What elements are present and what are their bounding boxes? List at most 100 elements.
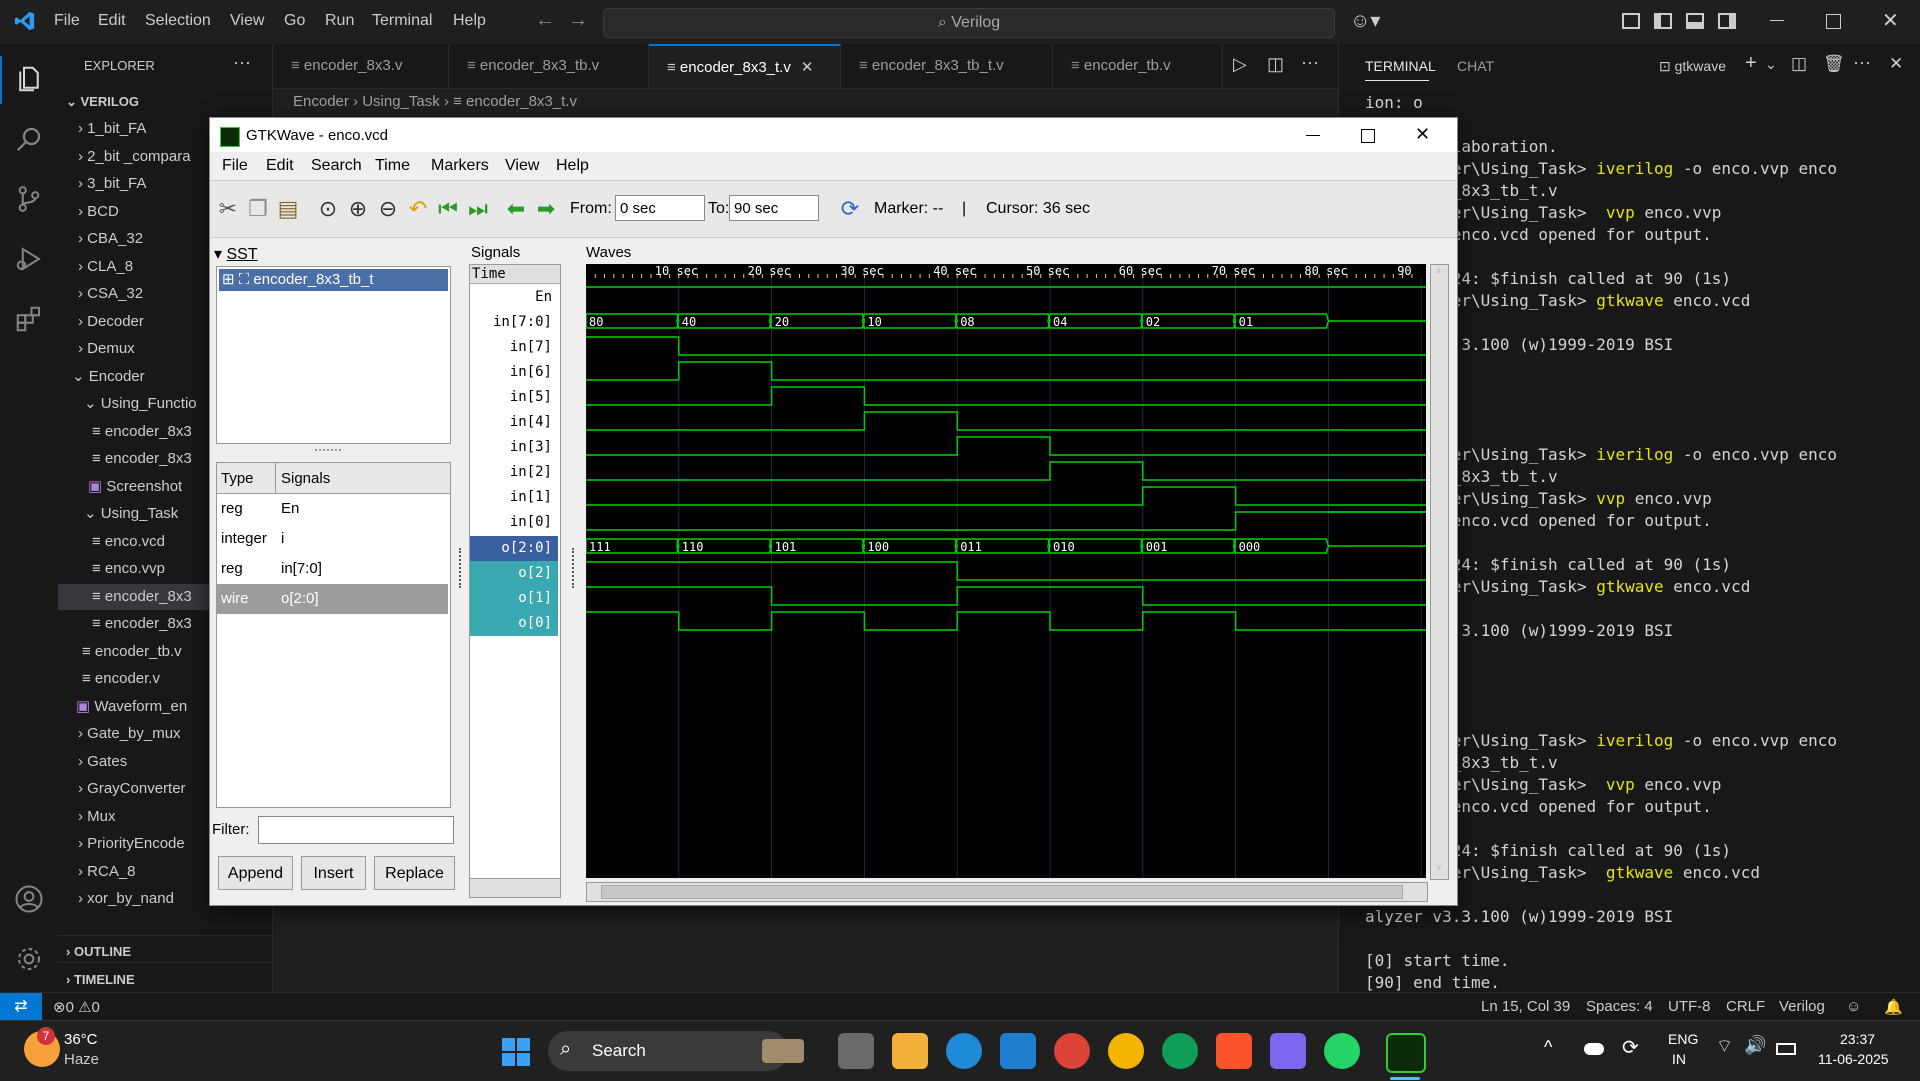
tab-encoder-8x3-tb-v[interactable]: ≡ encoder_8x3_tb.v <box>449 44 649 88</box>
folder-item[interactable]: › Demux <box>78 336 135 362</box>
waves-hscrollbar[interactable] <box>586 882 1428 902</box>
minimize-icon[interactable] <box>1770 20 1784 21</box>
file-item[interactable]: ≡ encoder.v <box>82 666 160 692</box>
signals-hscrollbar[interactable] <box>469 878 561 898</box>
chrome-profile-2-icon[interactable] <box>1162 1033 1198 1069</box>
menu-help[interactable]: Help <box>453 12 486 30</box>
close-icon[interactable]: ✕ <box>1882 8 1899 33</box>
insert-button[interactable]: Insert <box>301 856 366 890</box>
remote-icon[interactable]: ⇄ <box>0 993 42 1021</box>
sst-tree-root[interactable]: ⊞ ⛶ encoder_8x3_tb_t <box>219 269 448 291</box>
vpn-icon[interactable] <box>1270 1033 1306 1069</box>
command-center[interactable]: ⌕ Verilog <box>603 8 1335 38</box>
sync-icon[interactable]: ⟳ <box>1622 1035 1639 1060</box>
gtk-menu-markers[interactable]: Markers <box>431 157 489 175</box>
run-debug-icon[interactable] <box>13 244 45 276</box>
signal-row[interactable]: in[1] <box>470 485 558 510</box>
toggle-panel-icon[interactable] <box>1686 13 1704 29</box>
type-header[interactable]: Type <box>221 470 254 487</box>
paste-icon[interactable]: ▤ <box>274 195 302 223</box>
weather-temp[interactable]: 36°C <box>64 1031 98 1048</box>
wifi-icon[interactable]: ⌔ <box>1716 1035 1733 1058</box>
var-row[interactable]: reg En <box>217 494 448 524</box>
forward-arrow-icon[interactable]: → <box>568 9 588 32</box>
previous-edge-icon[interactable]: ⬅ <box>502 195 530 223</box>
split-terminal-icon[interactable]: ◫ <box>1791 54 1807 74</box>
battery-icon[interactable] <box>1776 1043 1796 1055</box>
var-row[interactable]: reg in[7:0] <box>217 554 448 584</box>
sst-tree[interactable]: ⊞ ⛶ encoder_8x3_tb_t <box>216 266 451 444</box>
brave-icon[interactable] <box>1216 1033 1252 1069</box>
zoom-out-icon[interactable]: ⊖ <box>374 195 402 223</box>
problems-indicator[interactable]: ⊗0 ⚠0 <box>53 998 100 1016</box>
breadcrumb-item[interactable]: Encoder <box>293 93 349 110</box>
file-item[interactable]: ≡ encoder_8x3 <box>92 446 192 472</box>
close-panel-icon[interactable]: ✕ <box>1889 54 1903 74</box>
gtk-close-icon[interactable]: ✕ <box>1415 124 1430 145</box>
var-row[interactable]: integer i <box>217 524 448 554</box>
folder-item[interactable]: › Gate_by_mux <box>78 721 181 747</box>
zoom-to-start-icon[interactable]: ⏮ <box>434 195 462 223</box>
indentation[interactable]: Spaces: 4 <box>1586 998 1653 1015</box>
folder-item[interactable]: › CBA_32 <box>78 226 143 252</box>
task-view-icon[interactable] <box>838 1033 874 1069</box>
more-actions-icon[interactable]: ··· <box>1301 52 1319 73</box>
onedrive-cloud-icon[interactable] <box>1584 1043 1604 1055</box>
pane-splitter-handle[interactable] <box>459 548 465 588</box>
clock-time[interactable]: 23:37 <box>1840 1031 1875 1047</box>
tab-encoder-8x3-t-v[interactable]: ≡ encoder_8x3_t.v ✕ <box>649 44 841 88</box>
folder-item[interactable]: › Gates <box>78 749 127 775</box>
edge-icon[interactable] <box>946 1033 982 1069</box>
file-item[interactable]: ≡ enco.vcd <box>92 529 165 555</box>
signal-row[interactable]: in[7:0] <box>470 310 558 335</box>
signal-row[interactable]: in[7] <box>470 335 558 360</box>
input-language[interactable]: ENG <box>1668 1031 1698 1047</box>
signal-row[interactable]: in[2] <box>470 460 558 485</box>
menu-edit[interactable]: Edit <box>98 12 126 30</box>
signal-row[interactable]: o[0] <box>470 611 558 636</box>
to-time-input[interactable]: 90 sec <box>729 195 819 221</box>
scroll-up-icon[interactable]: ▲ <box>1434 265 1444 276</box>
toggle-sidebar-icon[interactable] <box>1654 13 1672 29</box>
replace-button[interactable]: Replace <box>374 856 455 890</box>
waves-vscrollbar[interactable]: ▲ ▼ <box>1430 264 1449 880</box>
breadcrumb-item[interactable]: Using_Task <box>362 93 440 110</box>
windows-start-icon[interactable] <box>502 1038 530 1066</box>
notifications-bell-icon[interactable]: 🔔 <box>1884 998 1903 1016</box>
menu-run[interactable]: Run <box>325 12 354 30</box>
append-button[interactable]: Append <box>218 856 293 890</box>
chrome-icon[interactable] <box>1108 1033 1144 1069</box>
from-time-input[interactable]: 0 sec <box>615 195 705 221</box>
clock-date[interactable]: 11-06-2025 <box>1818 1051 1889 1067</box>
trash-icon[interactable]: 🗑 <box>1823 54 1845 74</box>
input-region[interactable]: IN <box>1672 1051 1686 1067</box>
whatsapp-icon[interactable] <box>1324 1033 1360 1069</box>
folder-item[interactable]: › RCA_8 <box>78 859 136 885</box>
gtk-maximize-icon[interactable] <box>1361 129 1375 143</box>
line-ending[interactable]: CRLF <box>1726 998 1765 1015</box>
vscode-taskbar-icon[interactable] <box>1000 1033 1036 1069</box>
file-explorer-icon[interactable] <box>892 1033 928 1069</box>
chevron-down-icon[interactable]: ⌄ <box>1765 56 1777 73</box>
chrome-profile-1-icon[interactable] <box>1054 1033 1090 1069</box>
folder-item[interactable]: › BCD <box>78 199 119 225</box>
folder-item[interactable]: ⌄ Encoder <box>72 364 145 390</box>
signal-row[interactable]: in[3] <box>470 435 558 460</box>
search-icon[interactable] <box>13 124 45 156</box>
gtkwave-title-bar[interactable]: GTKWave - enco.vcd ✕ <box>210 118 1457 152</box>
signal-row[interactable]: in[6] <box>470 360 558 385</box>
hscroll-thumb[interactable] <box>601 885 1403 899</box>
menu-view[interactable]: View <box>230 12 264 30</box>
pane-grip[interactable]: ······· <box>314 442 342 456</box>
zoom-fit-icon[interactable]: ⊙ <box>314 195 342 223</box>
file-item[interactable]: ≡ encoder_8x3 <box>92 419 192 445</box>
tab-encoder-8x3-v[interactable]: ≡ encoder_8x3.v <box>273 44 449 88</box>
signal-row[interactable]: o[2] <box>470 561 558 586</box>
weather-desc[interactable]: Haze <box>64 1051 99 1068</box>
gtk-menu-time[interactable]: Time <box>375 157 410 175</box>
copilot-status-icon[interactable]: ☺ <box>1846 998 1861 1015</box>
gtk-menu-edit[interactable]: Edit <box>266 157 294 175</box>
tab-encoder-tb-v[interactable]: ≡ encoder_tb.v <box>1053 44 1223 88</box>
var-row[interactable]: wire o[2:0] <box>217 584 448 614</box>
folder-item[interactable]: › CLA_8 <box>78 254 133 280</box>
